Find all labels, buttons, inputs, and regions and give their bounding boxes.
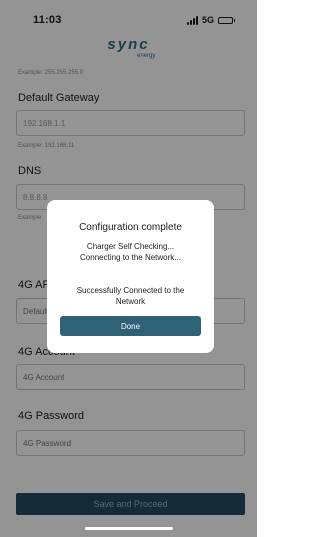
- home-indicator: [85, 527, 173, 530]
- done-button[interactable]: Done: [60, 316, 201, 336]
- connected-status-network: Network: [115, 297, 146, 306]
- network-config-screen: 11:03 5G sync energy Example: 255.255.25…: [0, 0, 257, 537]
- connecting-status: Connecting to the Network...: [80, 253, 181, 262]
- configuration-complete-dialog: Configuration complete Charger Self Chec…: [47, 200, 214, 353]
- dialog-title: Configuration complete: [79, 222, 182, 233]
- self-check-status: Charger Self Checking...: [86, 242, 175, 251]
- connected-status: Successfully Connected to the: [76, 286, 185, 295]
